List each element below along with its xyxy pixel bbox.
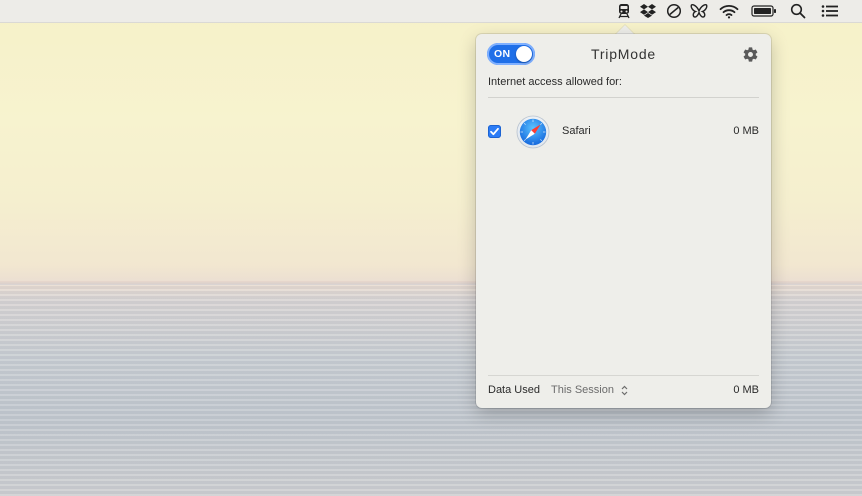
app-name: Safari	[562, 125, 591, 137]
battery-icon[interactable]	[750, 2, 778, 20]
butterfly-icon[interactable]	[689, 2, 709, 20]
no-entry-icon[interactable]	[665, 2, 683, 20]
data-used-total: 0 MB	[733, 384, 759, 396]
header-divider	[488, 97, 759, 98]
spotlight-search-icon[interactable]	[788, 2, 808, 20]
dropbox-icon[interactable]	[638, 2, 658, 20]
desktop-background: ON TripMode Internet access allowed for:	[0, 0, 862, 496]
period-select-value: This Session	[551, 384, 614, 396]
app-allowed-checkbox[interactable]	[488, 125, 501, 138]
tripmode-train-icon[interactable]	[614, 2, 634, 20]
notification-center-icon[interactable]	[819, 2, 841, 20]
safari-icon	[516, 115, 550, 149]
tripmode-popover: ON TripMode Internet access allowed for:	[476, 34, 771, 408]
app-row: Safari 0 MB	[476, 114, 771, 150]
data-used-label: Data Used	[488, 384, 540, 396]
chevron-updown-icon	[621, 385, 628, 395]
gear-icon[interactable]	[742, 46, 759, 63]
app-usage: 0 MB	[733, 125, 759, 137]
menu-bar	[0, 0, 862, 23]
footer-divider	[488, 375, 759, 376]
popover-title: TripMode	[590, 46, 656, 62]
wifi-icon[interactable]	[718, 2, 740, 20]
period-select[interactable]: This Session	[551, 382, 628, 398]
allowed-apps-label: Internet access allowed for:	[488, 76, 622, 88]
